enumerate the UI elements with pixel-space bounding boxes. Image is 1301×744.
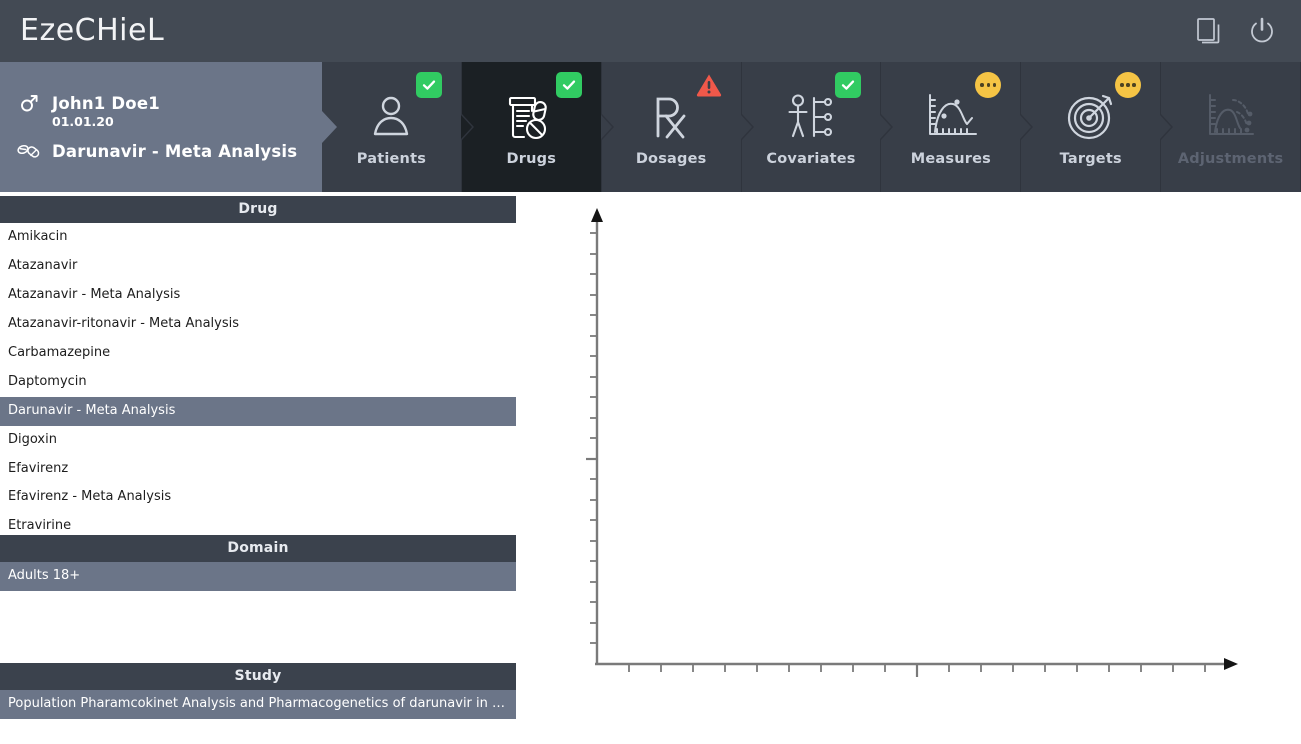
tab-dosages[interactable]: Dosages (600, 62, 742, 192)
tab-measures[interactable]: Measures (880, 62, 1022, 192)
patient-birthdate: 01.01.20 (52, 114, 114, 129)
x-axis-arrow (1224, 658, 1238, 670)
rx-icon (641, 88, 701, 142)
tab-label-measures: Measures (910, 150, 991, 167)
x-axis-ticks (628, 664, 1206, 677)
list-item-selected[interactable]: Adults 18+ (0, 562, 516, 591)
list-item[interactable]: Carbamazepine (0, 339, 516, 368)
list-item[interactable]: Digoxin (0, 426, 516, 455)
study-list[interactable]: Population Pharamcokinet Analysis and Ph… (0, 689, 516, 719)
status-badge-pending (975, 72, 1002, 98)
status-badge-ok (835, 72, 862, 98)
patient-name: John1 Doe1 (52, 93, 160, 113)
pages-copy-icon[interactable] (1193, 14, 1227, 48)
power-icon[interactable] (1245, 14, 1279, 48)
list-item-selected[interactable]: Darunavir - Meta Analysis (0, 396, 516, 426)
tab-chevron-inner (460, 115, 472, 139)
status-badge-ok (415, 72, 442, 98)
workflow-tabs: Patients Drugs Dosages Covariates Measur… (322, 62, 1301, 192)
tab-label-targets: Targets (1059, 150, 1122, 167)
tab-targets[interactable]: Targets (1020, 62, 1162, 192)
person-icon (361, 88, 421, 142)
plot-axes (586, 208, 1238, 677)
list-item[interactable]: Efavirenz - Meta Analysis (0, 483, 516, 512)
status-badge-pending (1115, 72, 1142, 98)
tab-chevron-inner (740, 115, 752, 139)
target-icon (1061, 88, 1121, 142)
covariates-icon (781, 88, 841, 142)
ellipsis-icon (1120, 83, 1137, 87)
drug-model-plot (516, 196, 1301, 744)
application-root: EzeCHieL John1 Doe1 01.01.20 Darunavir -… (0, 0, 1301, 744)
measures-icon (921, 88, 981, 142)
patient-drug-name: Darunavir - Meta Analysis (52, 142, 298, 161)
y-axis-ticks (586, 232, 597, 644)
tab-label-adjustments: Adjustments (1177, 150, 1284, 167)
tab-chevron-inner (1160, 115, 1172, 139)
pills-icon (16, 143, 42, 161)
tab-adjustments: Adjustments (1160, 62, 1301, 192)
list-item[interactable]: Efavirenz (0, 455, 516, 484)
pills-bottle-icon (501, 88, 561, 142)
list-item[interactable]: Atazanavir - Meta Analysis (0, 281, 516, 310)
list-item-selected[interactable]: Population Pharamcokinet Analysis and Ph… (0, 689, 516, 719)
male-gender-icon (16, 93, 42, 113)
tab-label-patients: Patients (356, 150, 427, 167)
study-section-header: Study (0, 662, 516, 690)
title-bar: EzeCHieL (0, 0, 1301, 62)
patient-drug-row: Darunavir - Meta Analysis (16, 142, 322, 161)
tab-label-covariates: Covariates (766, 150, 856, 167)
tab-chevron-inner (600, 115, 612, 139)
tab-label-dosages: Dosages (635, 150, 707, 167)
adjustments-icon (1201, 88, 1261, 142)
status-badge-ok (555, 72, 582, 98)
list-item[interactable]: Atazanavir-ritonavir - Meta Analysis (0, 310, 516, 339)
list-item[interactable]: Daptomycin (0, 368, 516, 397)
drug-section-header: Drug (0, 196, 516, 223)
list-item[interactable]: Atazanavir (0, 252, 516, 281)
patient-name-row: John1 Doe1 (16, 93, 322, 113)
tab-covariates[interactable]: Covariates (740, 62, 882, 192)
list-item[interactable]: Amikacin (0, 223, 516, 252)
left-selection-column: Drug Amikacin Atazanavir Atazanavir - Me… (0, 196, 516, 719)
panel-spacer (0, 590, 516, 663)
patient-summary-panel[interactable]: John1 Doe1 01.01.20 Darunavir - Meta Ana… (0, 62, 337, 192)
navigation-strip: John1 Doe1 01.01.20 Darunavir - Meta Ana… (0, 62, 1301, 192)
drug-list[interactable]: Amikacin Atazanavir Atazanavir - Meta An… (0, 223, 516, 535)
tab-patients[interactable]: Patients (322, 62, 462, 192)
tab-drugs[interactable]: Drugs (460, 62, 602, 192)
domain-section-header: Domain (0, 535, 516, 562)
tab-label-drugs: Drugs (506, 150, 557, 167)
ellipsis-icon (980, 83, 997, 87)
y-axis-arrow (591, 208, 603, 222)
tab-chevron-inner (1020, 115, 1032, 139)
list-item[interactable]: Etravirine (0, 512, 516, 535)
title-bar-actions (1193, 14, 1301, 48)
domain-list[interactable]: Adults 18+ (0, 562, 516, 591)
tab-chevron-inner (880, 115, 892, 139)
app-title: EzeCHieL (20, 13, 165, 48)
status-badge-warning (696, 72, 722, 98)
